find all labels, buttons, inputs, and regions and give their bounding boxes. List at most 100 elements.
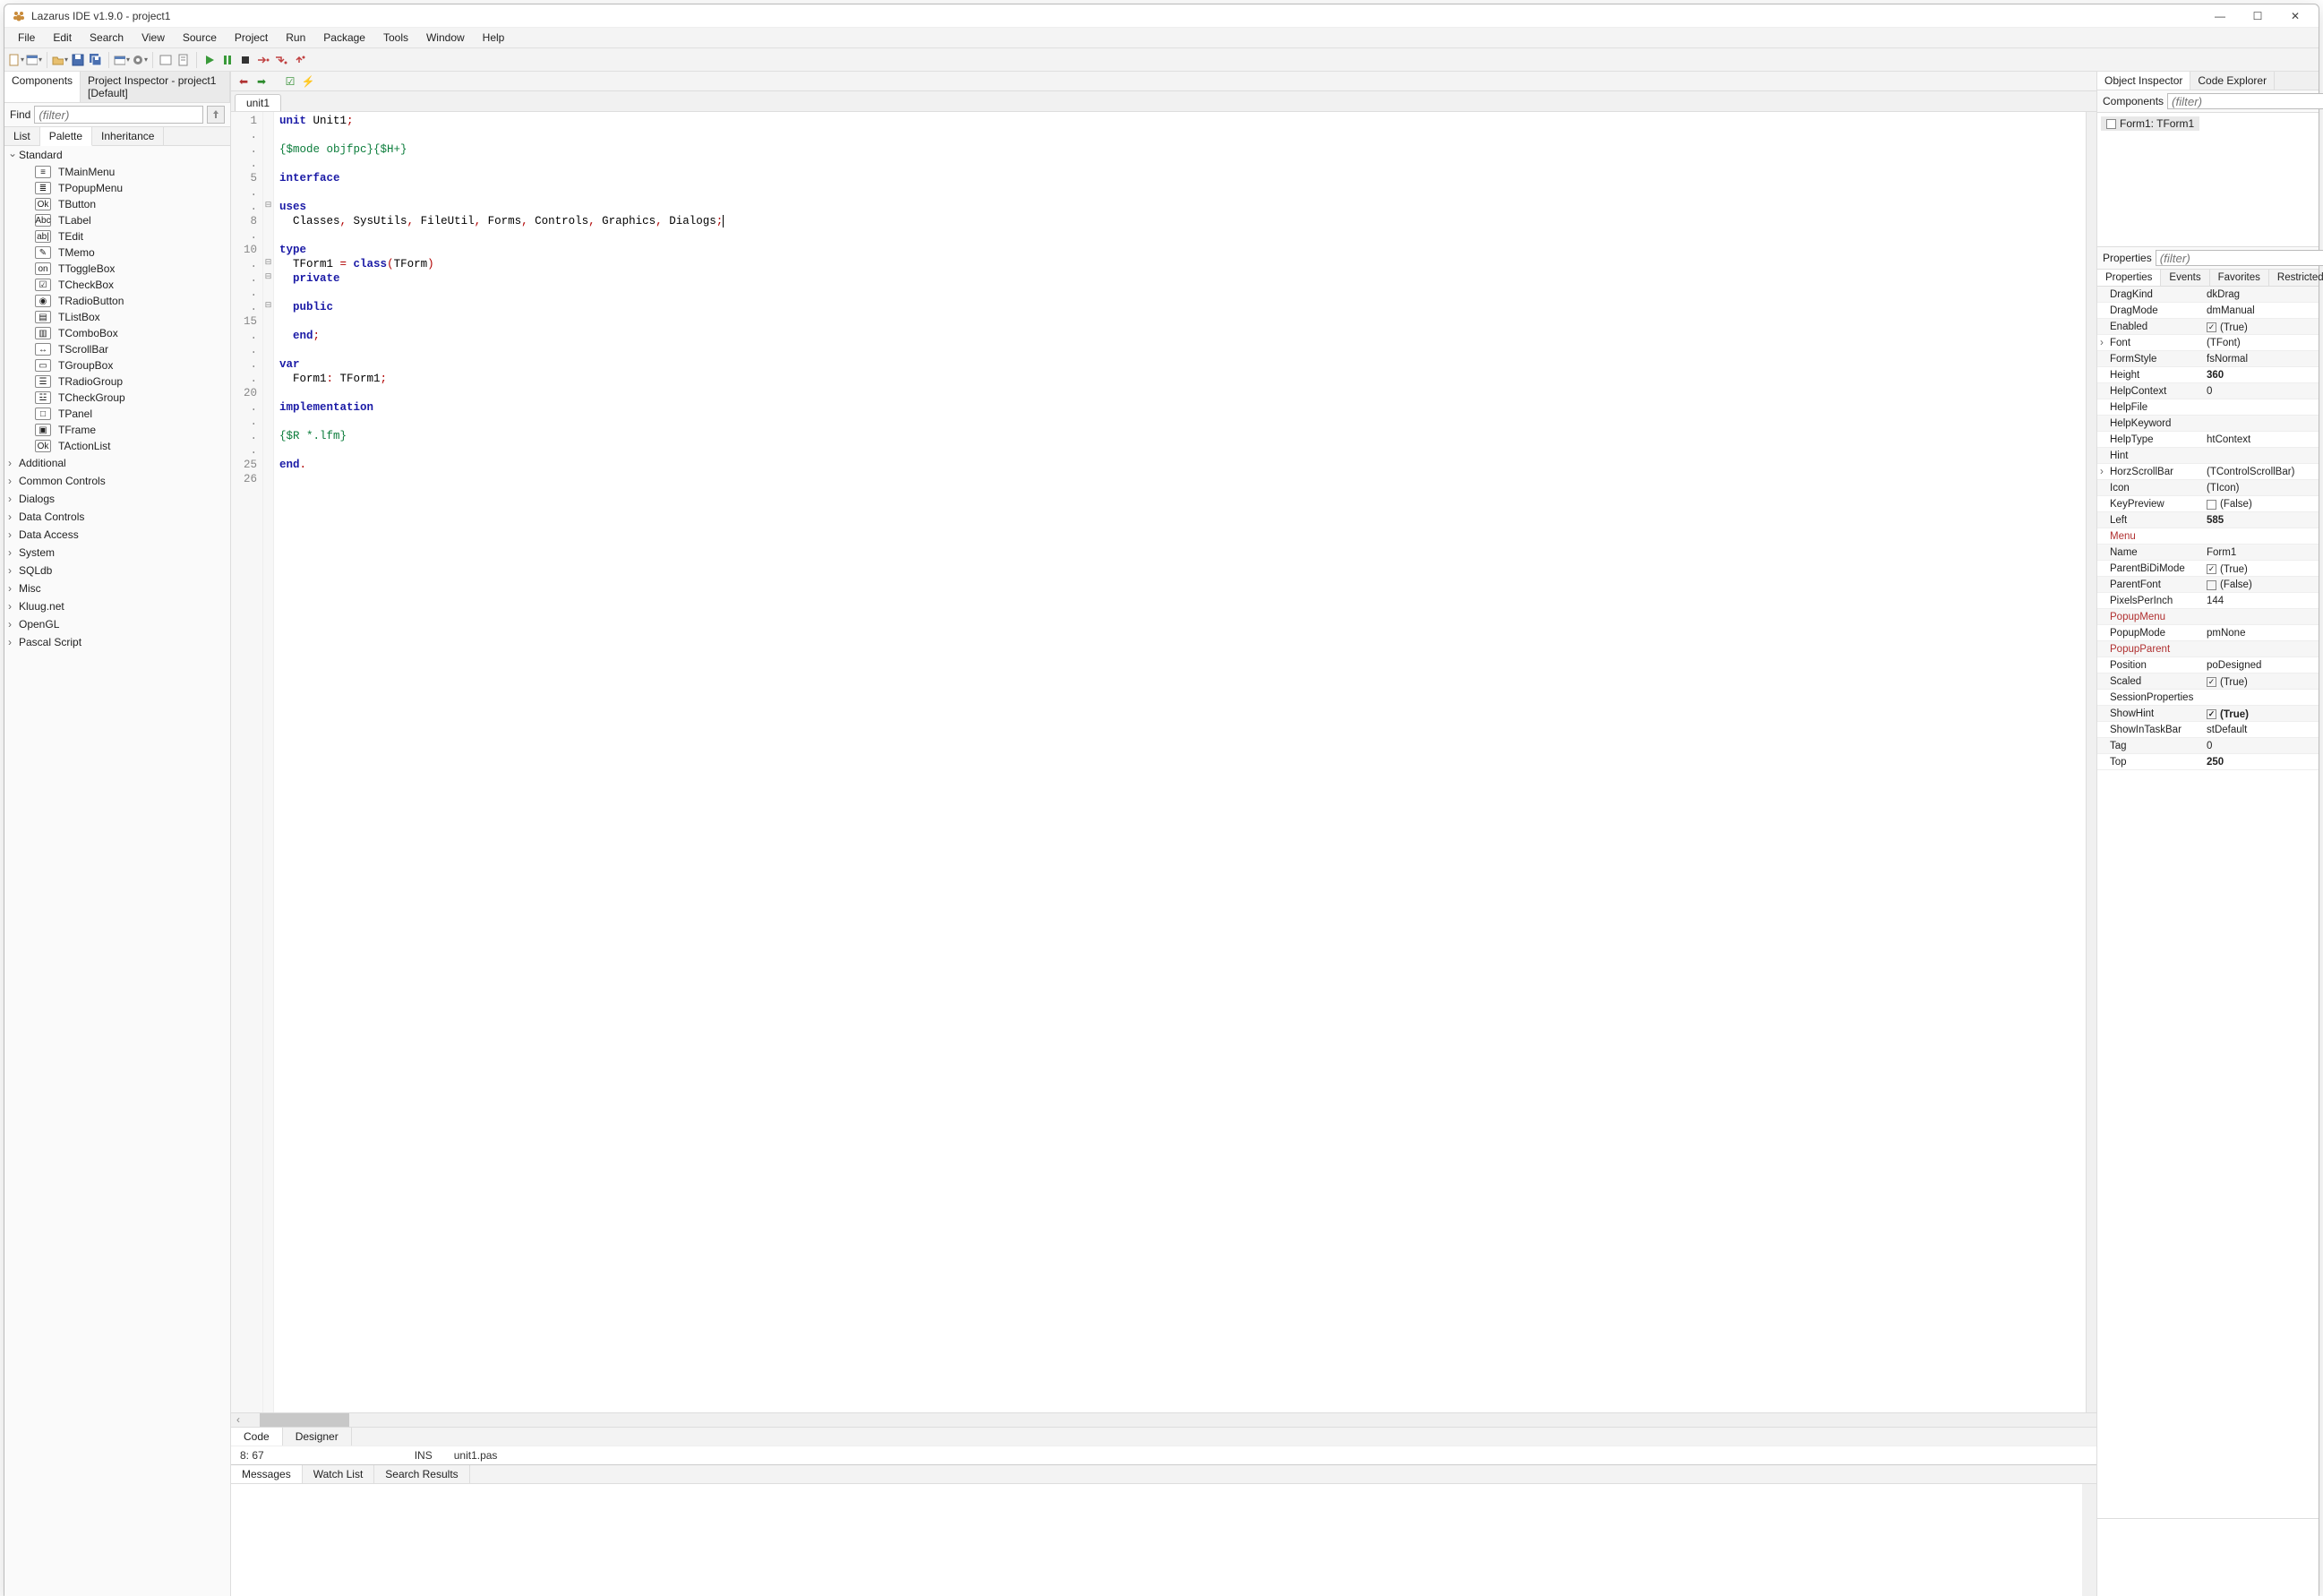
units-button[interactable] [176, 52, 192, 68]
syntax-check-button[interactable]: ☑ [283, 74, 297, 89]
prop-value[interactable]: 585 [2203, 512, 2319, 528]
tab-code-explorer[interactable]: Code Explorer [2190, 72, 2275, 90]
tab-inheritance[interactable]: Inheritance [92, 127, 164, 145]
prop-row-pixelsperinch[interactable]: PixelsPerInch144 [2097, 593, 2319, 609]
step-out-button[interactable] [291, 52, 307, 68]
prop-value[interactable]: fsNormal [2203, 351, 2319, 366]
prop-row-name[interactable]: NameForm1 [2097, 545, 2319, 561]
prop-value[interactable]: Form1 [2203, 545, 2319, 560]
prop-row-parentbidimode[interactable]: ParentBiDiMode✓(True) [2097, 561, 2319, 577]
tab-messages[interactable]: Messages [231, 1465, 303, 1483]
prop-row-popupmenu[interactable]: PopupMenu [2097, 609, 2319, 625]
maximize-button[interactable]: ☐ [2245, 10, 2270, 22]
prop-row-left[interactable]: Left585 [2097, 512, 2319, 528]
menu-help[interactable]: Help [475, 30, 513, 46]
prop-row-menu[interactable]: Menu [2097, 528, 2319, 545]
prop-value[interactable]: ✓(True) [2203, 706, 2319, 721]
palette-item-tmemo[interactable]: ✎TMemo [4, 245, 230, 261]
palette-item-tcheckbox[interactable]: ☑TCheckBox [4, 277, 230, 293]
prop-value[interactable]: pmNone [2203, 625, 2319, 640]
editor-tab-unit1[interactable]: unit1 [235, 94, 281, 111]
new-form-button[interactable] [26, 52, 42, 68]
palette-group-sqldb[interactable]: SQLdb [4, 562, 230, 579]
editor-vscrollbar[interactable] [2086, 112, 2096, 1412]
nav-forward-button[interactable]: ➡ [254, 74, 269, 89]
prop-row-position[interactable]: PositionpoDesigned [2097, 657, 2319, 674]
prop-row-keypreview[interactable]: KeyPreview(False) [2097, 496, 2319, 512]
menu-search[interactable]: Search [81, 30, 132, 46]
messages-body[interactable] [231, 1484, 2096, 1596]
component-tree[interactable]: Form1: TForm1 [2097, 113, 2319, 247]
prop-row-helpkeyword[interactable]: HelpKeyword [2097, 416, 2319, 432]
prop-value[interactable]: 0 [2203, 383, 2319, 399]
menu-edit[interactable]: Edit [45, 30, 80, 46]
prop-value[interactable] [2203, 528, 2319, 544]
menu-tools[interactable]: Tools [375, 30, 416, 46]
prop-value[interactable]: 250 [2203, 754, 2319, 769]
prop-value[interactable]: (TControlScrollBar) [2203, 464, 2319, 479]
tab-restricted[interactable]: Restricted [2269, 270, 2323, 286]
component-palette[interactable]: Standard≡TMainMenu≣TPopupMenuOkTButtonAb… [4, 146, 230, 1596]
palette-item-tlistbox[interactable]: ▤TListBox [4, 309, 230, 325]
prop-value[interactable]: ✓(True) [2203, 561, 2319, 576]
prop-value[interactable]: dmManual [2203, 303, 2319, 318]
property-grid[interactable]: DragKinddkDragDragModedmManualEnabled✓(T… [2097, 287, 2319, 1518]
prop-checkbox[interactable]: ✓ [2207, 677, 2216, 687]
palette-group-pascal-script[interactable]: Pascal Script [4, 633, 230, 651]
prop-value[interactable]: 0 [2203, 738, 2319, 753]
prop-row-showintaskbar[interactable]: ShowInTaskBarstDefault [2097, 722, 2319, 738]
tab-code[interactable]: Code [231, 1428, 283, 1446]
palette-item-tcombobox[interactable]: ▥TComboBox [4, 325, 230, 341]
oi-component-filter-input[interactable] [2167, 93, 2323, 109]
project-menu-button[interactable] [114, 52, 130, 68]
pause-button[interactable] [219, 52, 236, 68]
tree-node-form1[interactable]: Form1: TForm1 [2101, 116, 2199, 131]
minimize-button[interactable]: — [2207, 10, 2233, 22]
palette-item-tradiobutton[interactable]: ◉TRadioButton [4, 293, 230, 309]
menu-view[interactable]: View [133, 30, 173, 46]
nav-back-button[interactable]: ⬅ [236, 74, 251, 89]
prop-row-height[interactable]: Height360 [2097, 367, 2319, 383]
prop-checkbox[interactable] [2207, 580, 2216, 590]
quick-compile-button[interactable]: ⚡ [301, 74, 315, 89]
editor-hscrollbar[interactable]: ‹ [231, 1412, 2096, 1427]
tab-object-inspector[interactable]: Object Inspector [2097, 72, 2190, 90]
save-all-button[interactable] [88, 52, 104, 68]
prop-row-helpfile[interactable]: HelpFile [2097, 399, 2319, 416]
palette-item-tmainmenu[interactable]: ≡TMainMenu [4, 164, 230, 180]
prop-row-parentfont[interactable]: ParentFont(False) [2097, 577, 2319, 593]
prop-row-popupparent[interactable]: PopupParent [2097, 641, 2319, 657]
close-button[interactable]: ✕ [2283, 10, 2308, 22]
menu-project[interactable]: Project [227, 30, 276, 46]
prop-value[interactable]: (TIcon) [2203, 480, 2319, 495]
component-filter-input[interactable] [34, 106, 203, 124]
palette-group-misc[interactable]: Misc [4, 579, 230, 597]
prop-value[interactable]: 144 [2203, 593, 2319, 608]
prop-value[interactable]: htContext [2203, 432, 2319, 447]
tab-favorites[interactable]: Favorites [2210, 270, 2269, 286]
palette-item-ttogglebox[interactable]: onTToggleBox [4, 261, 230, 277]
palette-item-tedit[interactable]: ab|TEdit [4, 228, 230, 245]
tab-list[interactable]: List [4, 127, 40, 145]
tree-node-checkbox[interactable] [2106, 119, 2116, 129]
new-unit-button[interactable] [8, 52, 24, 68]
stop-button[interactable] [237, 52, 253, 68]
prop-value[interactable]: 360 [2203, 367, 2319, 382]
palette-group-additional[interactable]: Additional [4, 454, 230, 472]
prop-row-dragkind[interactable]: DragKinddkDrag [2097, 287, 2319, 303]
component-filter-options-button[interactable] [207, 106, 225, 124]
prop-row-horzscrollbar[interactable]: HorzScrollBar(TControlScrollBar) [2097, 464, 2319, 480]
fold-gutter[interactable]: ⊟⊟⊟⊟ [263, 112, 274, 1412]
prop-value[interactable]: (False) [2203, 496, 2319, 511]
prop-value[interactable]: poDesigned [2203, 657, 2319, 673]
prop-row-enabled[interactable]: Enabled✓(True) [2097, 319, 2319, 335]
palette-group-system[interactable]: System [4, 544, 230, 562]
palette-group-standard[interactable]: Standard [4, 146, 230, 164]
save-button[interactable] [70, 52, 86, 68]
prop-value[interactable] [2203, 399, 2319, 415]
source-editor[interactable]: 1...5..8.10....15....20....2526 ⊟⊟⊟⊟ uni… [231, 112, 2096, 1412]
prop-checkbox[interactable]: ✓ [2207, 322, 2216, 332]
palette-item-tactionlist[interactable]: OkTActionList [4, 438, 230, 454]
prop-row-showhint[interactable]: ShowHint✓(True) [2097, 706, 2319, 722]
prop-row-helptype[interactable]: HelpTypehtContext [2097, 432, 2319, 448]
